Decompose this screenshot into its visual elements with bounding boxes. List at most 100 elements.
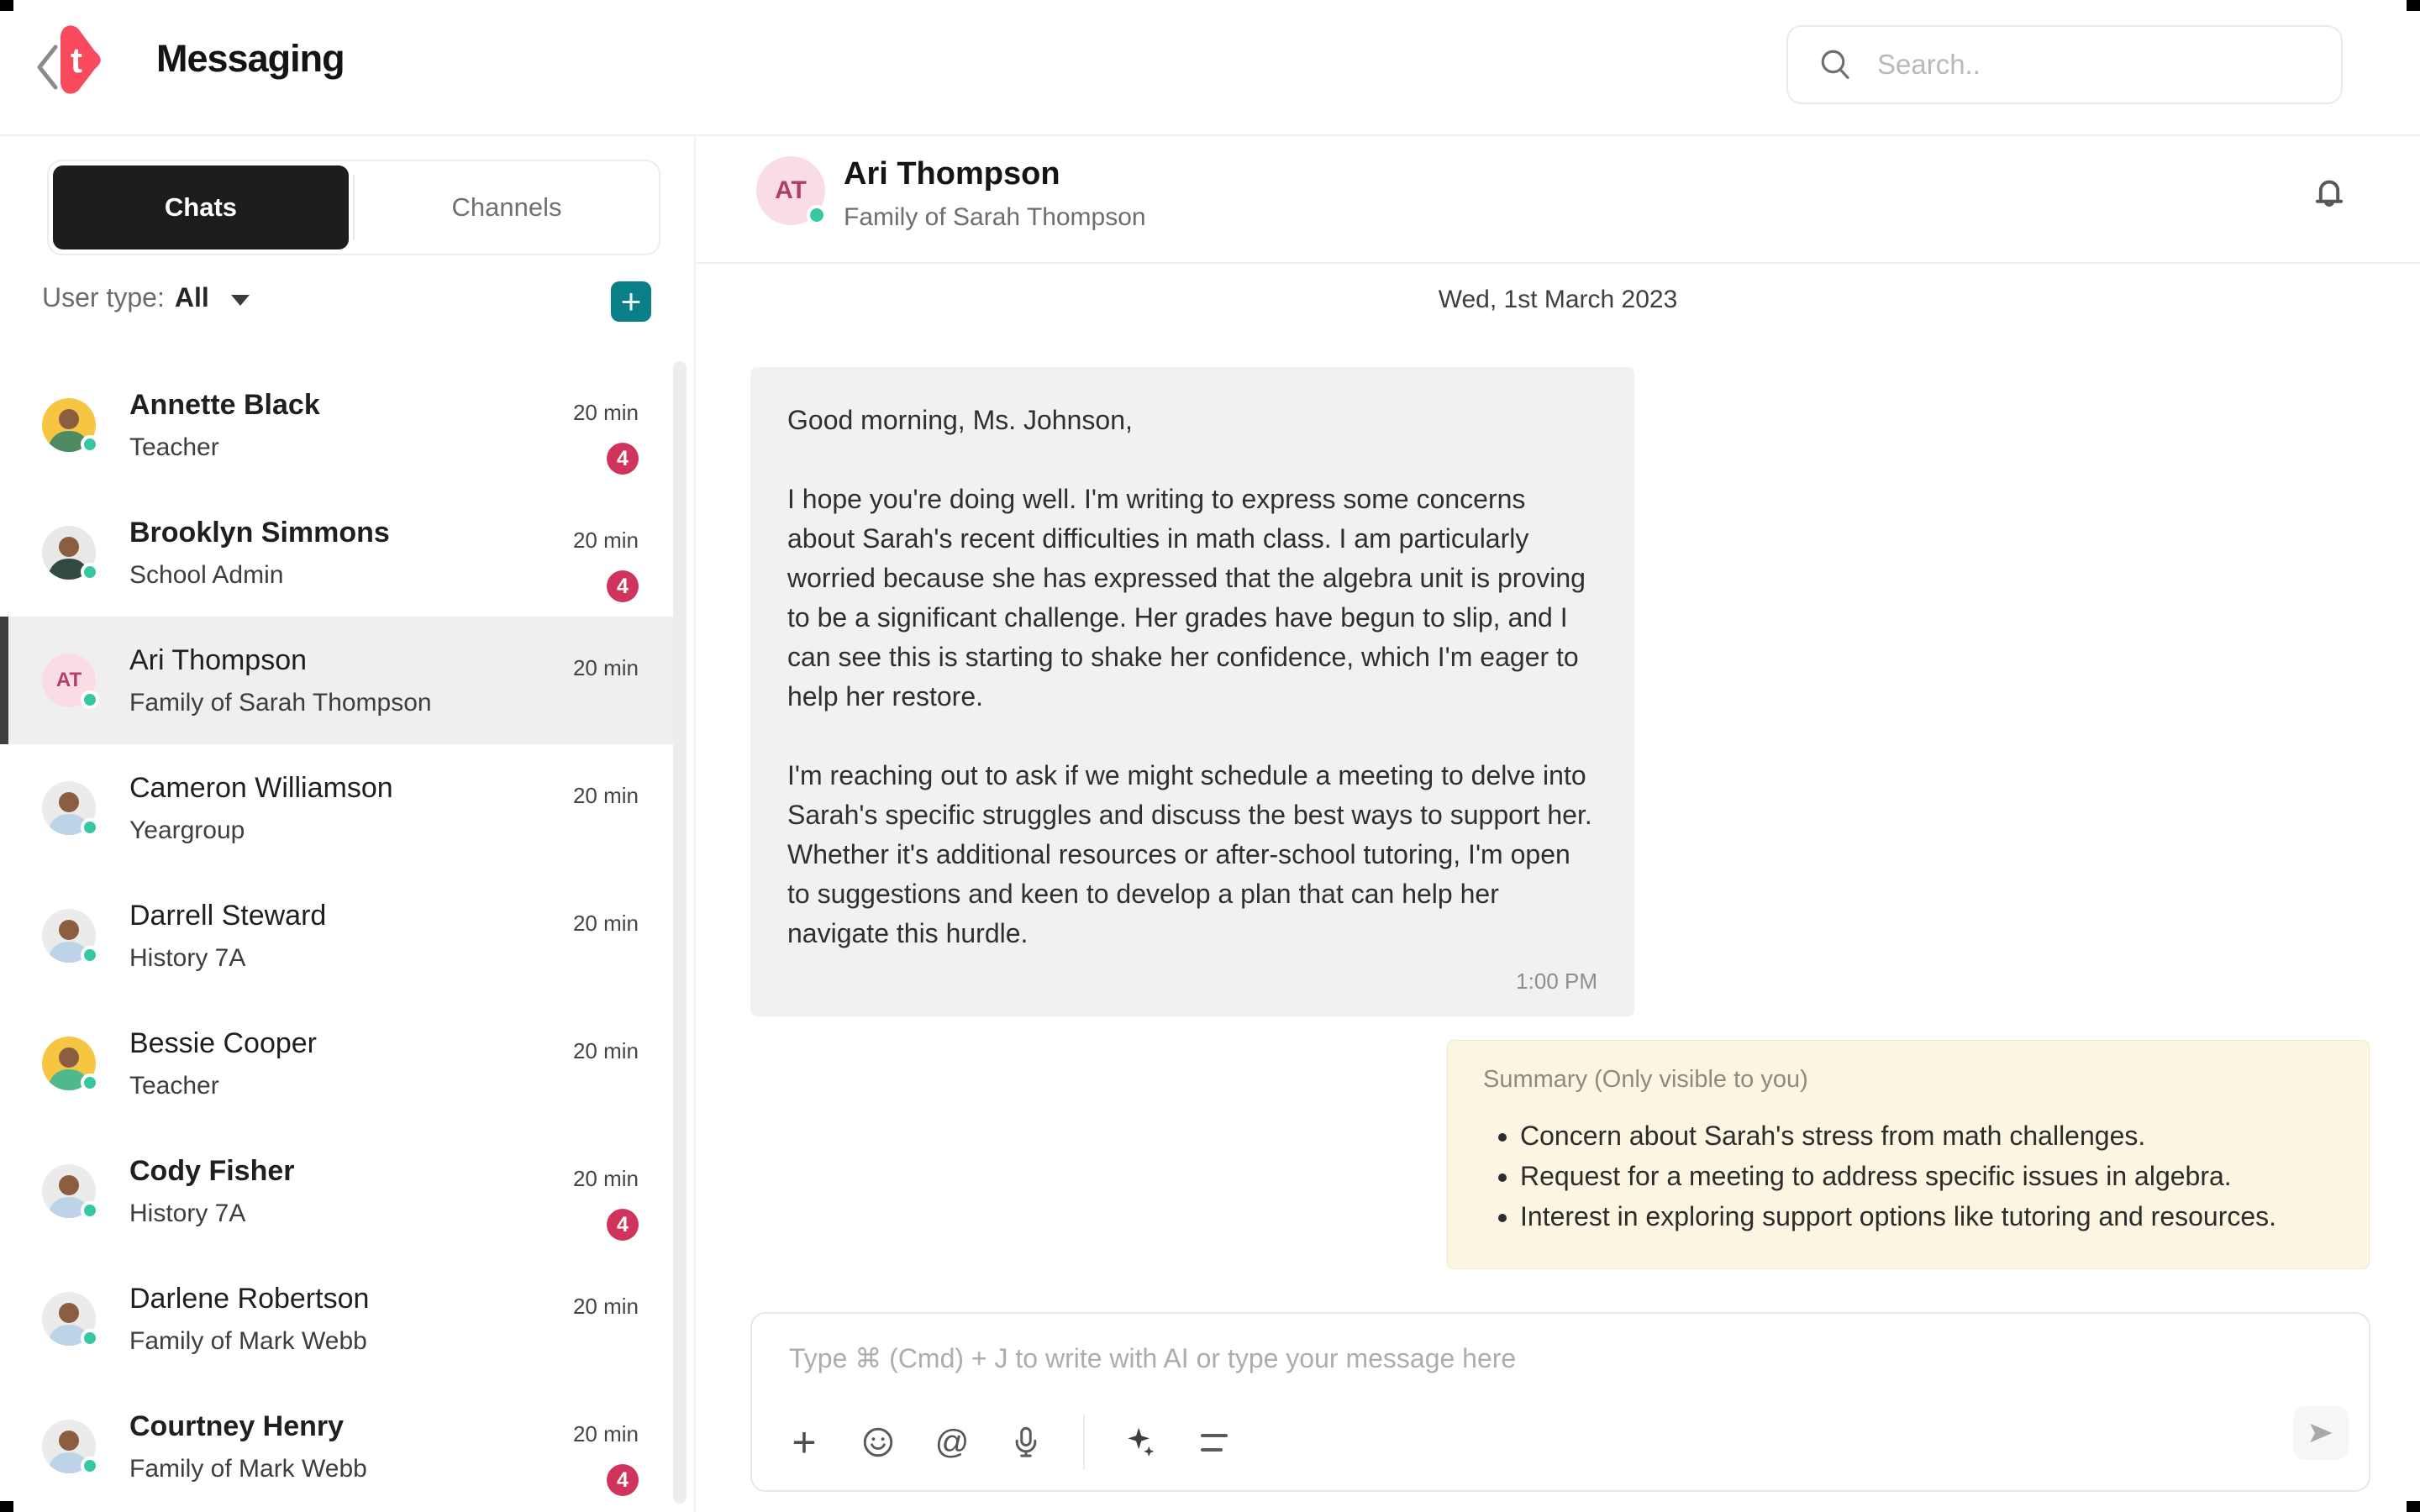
message-bubble: Good morning, Ms. Johnson, I hope you're … <box>750 367 1634 1016</box>
chat-list: Annette Black Teacher 20 min 4 Brooklyn … <box>0 361 677 1510</box>
mention-button[interactable]: @ <box>934 1424 971 1461</box>
chat-contact-role: Yeargroup <box>129 816 573 845</box>
chat-list-item[interactable]: Darrell Steward History 7A 20 min <box>0 872 677 1000</box>
message-paragraph: Good morning, Ms. Johnson, <box>787 401 1597 440</box>
snippets-button[interactable] <box>1196 1424 1233 1461</box>
new-chat-button[interactable]: + <box>611 281 651 322</box>
chat-list-item[interactable]: Courtney Henry Family of Mark Webb 20 mi… <box>0 1383 677 1510</box>
chat-right-column: 20 min 4 <box>573 528 639 602</box>
chat-last-activity: 20 min <box>573 1166 639 1192</box>
toolbar-separator <box>1083 1415 1085 1470</box>
message-paragraph: I'm reaching out to ask if we might sche… <box>787 756 1597 953</box>
unread-count-badge: 4 <box>607 1209 639 1241</box>
conversation-contact-name: Ari Thompson <box>844 156 1060 192</box>
chat-meta: Courtney Henry Family of Mark Webb <box>129 1410 573 1483</box>
date-divider: Wed, 1st March 2023 <box>696 286 2420 314</box>
chat-meta: Brooklyn Simmons School Admin <box>129 517 573 590</box>
user-type-filter[interactable]: User type: All <box>42 282 250 313</box>
snippets-icon <box>1201 1434 1228 1452</box>
chat-contact-role: Family of Sarah Thompson <box>129 689 573 717</box>
chat-last-activity: 20 min <box>573 1294 639 1320</box>
chat-meta: Annette Black Teacher <box>129 389 573 462</box>
filter-label: User type: <box>42 282 165 313</box>
summary-title: Summary (Only visible to you) <box>1483 1066 2333 1094</box>
send-icon <box>2306 1418 2336 1448</box>
chat-last-activity: 20 min <box>573 400 639 426</box>
chat-right-column: 20 min <box>573 1294 639 1320</box>
chat-right-column: 20 min <box>573 655 639 681</box>
chat-meta: Bessie Cooper Teacher <box>129 1027 573 1100</box>
online-status-dot <box>81 1201 99 1220</box>
chat-list-item[interactable]: Cody Fisher History 7A 20 min 4 <box>0 1127 677 1255</box>
message-paragraph: I hope you're doing well. I'm writing to… <box>787 480 1597 717</box>
summary-bullet: Request for a meeting to address specifi… <box>1520 1156 2333 1196</box>
unread-count-badge: 4 <box>607 570 639 602</box>
chat-meta: Cody Fisher History 7A <box>129 1155 573 1228</box>
chat-list-item[interactable]: Cameron Williamson Yeargroup 20 min <box>0 744 677 872</box>
voice-button[interactable] <box>1007 1424 1044 1461</box>
online-status-dot <box>81 563 99 581</box>
chat-contact-name: Cameron Williamson <box>129 772 573 805</box>
avatar <box>42 1420 96 1473</box>
screen-corner-artifact <box>2407 1501 2420 1512</box>
conversation-avatar: AT <box>756 156 825 225</box>
chat-list-item[interactable]: Bessie Cooper Teacher 20 min <box>0 1000 677 1127</box>
app-logo-icon: t <box>52 24 104 96</box>
page-title: Messaging <box>156 37 345 81</box>
emoji-button[interactable] <box>860 1424 897 1461</box>
ai-write-button[interactable] <box>1122 1424 1159 1461</box>
chat-list-item[interactable]: Brooklyn Simmons School Admin 20 min 4 <box>0 489 677 617</box>
chat-contact-name: Darrell Steward <box>129 900 573 932</box>
send-button[interactable] <box>2293 1406 2349 1460</box>
chat-contact-role: Family of Mark Webb <box>129 1327 573 1356</box>
notifications-button[interactable] <box>2304 168 2354 218</box>
avatar <box>42 1164 96 1218</box>
sidebar-tabs: Chats Channels <box>47 160 660 255</box>
chat-last-activity: 20 min <box>573 655 639 681</box>
message-composer: + @ <box>750 1312 2370 1492</box>
online-status-dot <box>81 946 99 964</box>
online-status-dot <box>807 205 827 225</box>
avatar <box>42 398 96 452</box>
chat-contact-name: Bessie Cooper <box>129 1027 573 1060</box>
chat-last-activity: 20 min <box>573 783 639 809</box>
top-header: t Messaging <box>0 0 2420 136</box>
screen-corner-artifact <box>0 1501 13 1512</box>
chat-contact-name: Courtney Henry <box>129 1410 573 1443</box>
summary-bullet: Interest in exploring support options li… <box>1520 1196 2333 1236</box>
chat-right-column: 20 min 4 <box>573 1421 639 1496</box>
message-input[interactable] <box>787 1342 2135 1375</box>
chat-last-activity: 20 min <box>573 911 639 937</box>
chat-list-scrollbar[interactable] <box>673 361 687 1504</box>
chat-contact-name: Annette Black <box>129 389 573 422</box>
message-timestamp: 1:00 PM <box>787 969 1597 995</box>
chat-contact-role: School Admin <box>129 561 573 590</box>
chat-contact-role: Family of Mark Webb <box>129 1455 573 1483</box>
screen-corner-artifact <box>0 0 13 11</box>
chat-list-item[interactable]: AT Ari Thompson Family of Sarah Thompson… <box>0 617 677 744</box>
chat-contact-role: Teacher <box>129 433 573 462</box>
chat-contact-name: Ari Thompson <box>129 644 573 677</box>
online-status-dot <box>81 435 99 454</box>
attach-button[interactable]: + <box>786 1424 823 1461</box>
message-body: Good morning, Ms. Johnson, I hope you're … <box>787 401 1597 953</box>
chat-right-column: 20 min 4 <box>573 400 639 475</box>
conversation-header-divider <box>696 262 2420 264</box>
chevron-down-icon <box>231 295 250 306</box>
search-icon <box>1818 47 1854 82</box>
online-status-dot <box>81 1074 99 1092</box>
sidebar-divider <box>694 136 696 1512</box>
svg-text:t: t <box>71 40 82 80</box>
chat-list-item[interactable]: Darlene Robertson Family of Mark Webb 20… <box>0 1255 677 1383</box>
avatar <box>42 526 96 580</box>
chat-right-column: 20 min 4 <box>573 1166 639 1241</box>
chat-last-activity: 20 min <box>573 1421 639 1447</box>
chat-contact-role: History 7A <box>129 944 573 973</box>
chat-contact-name: Cody Fisher <box>129 1155 573 1188</box>
chat-meta: Cameron Williamson Yeargroup <box>129 772 573 845</box>
chat-list-item[interactable]: Annette Black Teacher 20 min 4 <box>0 361 677 489</box>
tab-chats[interactable]: Chats <box>53 165 349 249</box>
tab-channels[interactable]: Channels <box>355 161 659 254</box>
chat-contact-name: Darlene Robertson <box>129 1283 573 1315</box>
search-input[interactable] <box>1876 48 2316 81</box>
